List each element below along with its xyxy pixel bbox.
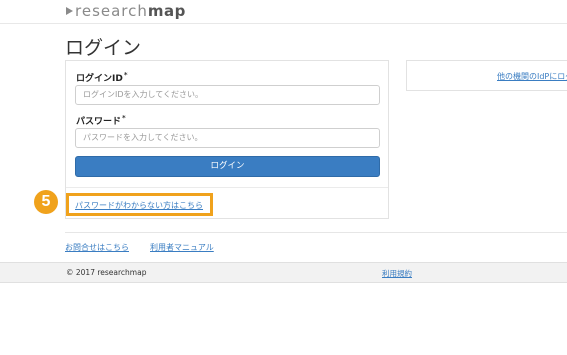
login-id-input[interactable]: ログインIDを入力してください。 bbox=[75, 85, 380, 105]
footer-bar: © 2017 researchmap 利用規約 bbox=[0, 262, 567, 283]
researchmap-logo[interactable]: research map bbox=[66, 2, 186, 20]
login-id-label-text: ログインID bbox=[76, 74, 123, 84]
password-label-text: パスワード bbox=[76, 117, 122, 127]
logo-text-research: research bbox=[75, 2, 148, 20]
logo-triangle-icon bbox=[66, 7, 73, 15]
idp-login-link[interactable]: 他の機関のIdPにログイン bbox=[497, 71, 567, 82]
login-id-placeholder: ログインIDを入力してください。 bbox=[83, 90, 204, 99]
required-mark: * bbox=[122, 114, 126, 122]
login-button[interactable]: ログイン bbox=[75, 156, 380, 177]
footer-divider bbox=[65, 232, 567, 233]
password-placeholder: パスワードを入力してください。 bbox=[83, 133, 203, 142]
step-number-badge: 5 bbox=[34, 190, 58, 214]
password-label: パスワード* bbox=[76, 114, 126, 127]
required-mark: * bbox=[123, 71, 128, 79]
terms-of-use-link[interactable]: 利用規約 bbox=[382, 268, 412, 279]
password-input[interactable]: パスワードを入力してください。 bbox=[75, 128, 380, 148]
forgot-password-link[interactable]: パスワードがわからない方はこちら bbox=[75, 200, 203, 211]
login-id-label: ログインID* bbox=[76, 71, 128, 84]
panel-divider bbox=[66, 187, 388, 188]
site-header: research map bbox=[0, 0, 567, 24]
copyright-text: © 2017 researchmap bbox=[66, 268, 147, 277]
idp-login-panel: 他の機関のIdPにログイン bbox=[406, 60, 567, 91]
logo-text-map: map bbox=[147, 2, 186, 20]
contact-link[interactable]: お問合せはこちら bbox=[65, 242, 129, 253]
user-manual-link[interactable]: 利用者マニュアル bbox=[150, 242, 214, 253]
page-title: ログイン bbox=[65, 37, 142, 59]
